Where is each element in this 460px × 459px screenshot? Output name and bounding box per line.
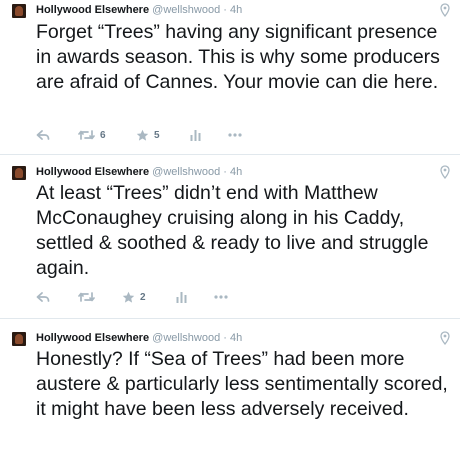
favorite-count: 5 — [154, 129, 160, 141]
favorite-icon — [122, 291, 135, 303]
tweet-text: Honestly? If “Sea of Trees” had been mor… — [36, 348, 448, 420]
author-handle[interactable]: @wellshwood — [152, 4, 220, 16]
favorite-button[interactable]: 5 — [136, 127, 160, 143]
avatar[interactable] — [12, 4, 26, 18]
avatar[interactable] — [12, 166, 26, 180]
tweet-time[interactable]: · 4h — [223, 332, 242, 344]
divider — [0, 318, 460, 319]
tweet-header: Hollywood Elsewhere @wellshwood · 4h — [36, 3, 242, 17]
avatar[interactable] — [12, 332, 26, 346]
tweet-feed: Hollywood Elsewhere @wellshwood · 4h For… — [0, 0, 460, 459]
analytics-icon — [176, 292, 187, 303]
retweet-count: 6 — [100, 129, 106, 141]
geo-pin-icon — [440, 331, 450, 345]
favorite-count: 2 — [140, 291, 146, 303]
reply-icon — [36, 292, 50, 302]
author-handle[interactable]: @wellshwood — [152, 166, 220, 178]
tweet-time[interactable]: · 4h — [223, 4, 242, 16]
author-name[interactable]: Hollywood Elsewhere — [36, 166, 149, 178]
more-icon — [214, 295, 228, 299]
reply-button[interactable] — [36, 289, 50, 305]
analytics-button[interactable] — [190, 127, 201, 143]
retweet-icon — [78, 130, 95, 140]
reply-button[interactable] — [36, 127, 50, 143]
tweet-actions: 6 5 — [36, 127, 266, 143]
reply-icon — [36, 130, 50, 140]
geo-pin-icon — [440, 3, 450, 17]
author-handle[interactable]: @wellshwood — [152, 332, 220, 344]
retweet-button[interactable]: 6 — [78, 127, 106, 143]
tweet[interactable]: Hollywood Elsewhere @wellshwood · 4h Hon… — [0, 328, 460, 459]
more-button[interactable] — [228, 127, 242, 143]
geo-pin-icon — [440, 165, 450, 179]
tweet-header: Hollywood Elsewhere @wellshwood · 4h — [36, 331, 242, 345]
tweet[interactable]: Hollywood Elsewhere @wellshwood · 4h For… — [0, 0, 460, 155]
analytics-icon — [190, 130, 201, 141]
author-name[interactable]: Hollywood Elsewhere — [36, 4, 149, 16]
more-button[interactable] — [214, 289, 228, 305]
tweet[interactable]: Hollywood Elsewhere @wellshwood · 4h At … — [0, 162, 460, 317]
tweet-time[interactable]: · 4h — [223, 166, 242, 178]
divider — [0, 154, 460, 155]
retweet-icon — [78, 292, 95, 302]
tweet-actions: 2 — [36, 289, 266, 305]
tweet-text: Forget “Trees” having any significant pr… — [36, 21, 440, 93]
favorite-button[interactable]: 2 — [122, 289, 146, 305]
author-name[interactable]: Hollywood Elsewhere — [36, 332, 149, 344]
analytics-button[interactable] — [176, 289, 187, 305]
more-icon — [228, 133, 242, 137]
tweet-text: At least “Trees” didn’t end with Matthew… — [36, 182, 429, 279]
retweet-button[interactable] — [78, 289, 100, 305]
tweet-header: Hollywood Elsewhere @wellshwood · 4h — [36, 165, 242, 179]
favorite-icon — [136, 129, 149, 141]
